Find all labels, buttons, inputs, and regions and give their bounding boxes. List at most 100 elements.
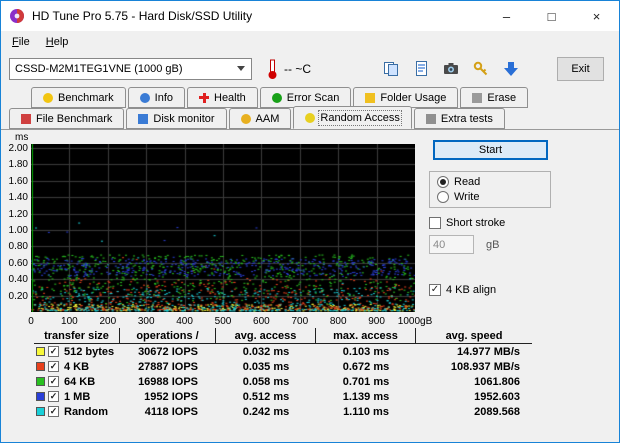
transfer-size-label: 4 KB [64, 360, 90, 373]
y-tick-label: 0.40 [8, 274, 28, 286]
tab-error-scan[interactable]: Error Scan [259, 87, 352, 108]
series-checkbox[interactable]: ✓ [48, 406, 59, 417]
y-tick-label: 0.60 [8, 257, 28, 269]
kb-align-checkbox[interactable]: ✓ [429, 284, 441, 296]
close-button[interactable]: × [574, 1, 619, 31]
speed-cell: 2089.568 [474, 405, 520, 418]
camera-button[interactable] [438, 57, 463, 80]
avg-cell: 0.058 ms [242, 375, 290, 388]
save-icon [503, 61, 518, 76]
tab-benchmark[interactable]: Benchmark [31, 87, 126, 108]
tab-label: AAM [255, 112, 280, 125]
benchmark-controls: Start Read Write Short stroke gB [425, 140, 591, 296]
error-scan-icon [271, 92, 282, 103]
transfer-size-label: 512 bytes [64, 345, 115, 358]
series-checkbox[interactable]: ✓ [48, 376, 59, 387]
x-tick-label: 200 [99, 316, 117, 327]
transfer-size-cell: ✓ Random [34, 406, 120, 418]
transfer-size-cell: ✓ 4 KB [34, 361, 120, 373]
tab-label: Error Scan [286, 91, 340, 104]
short-stroke-checkbox[interactable] [429, 217, 441, 229]
results-body: ✓ 512 bytes 30672 IOPS 0.032 ms 0.103 ms 14.9… [34, 344, 532, 419]
read-option[interactable]: Read [437, 176, 543, 188]
short-stroke-unit-label: gB [486, 238, 500, 251]
x-tick-label: 1000gB [397, 316, 433, 327]
file-benchmark-icon [21, 113, 31, 124]
aam-icon [240, 113, 251, 124]
results-header-cell: operations / [120, 328, 216, 343]
tab-random-access[interactable]: Random Access [293, 106, 412, 129]
series-checkbox[interactable]: ✓ [48, 346, 59, 357]
ops-cell: 16988 IOPS [138, 375, 198, 388]
tab-extra-tests[interactable]: Extra tests [413, 108, 505, 129]
tab-row-2: File Benchmark Disk monitor AAM Random Acce… [1, 106, 619, 129]
transfer-size-label: 64 KB [64, 375, 96, 388]
avg-cell: 0.512 ms [242, 390, 290, 403]
max-cell: 0.672 ms [342, 360, 390, 373]
maximize-button[interactable]: □ [529, 1, 574, 31]
tab-label: Info [154, 91, 173, 104]
random-access-icon [305, 112, 316, 123]
minimize-button[interactable]: – [484, 1, 529, 31]
series-color-swatch [36, 407, 45, 416]
table-row: ✓ 4 KB 27887 IOPS 0.035 ms 0.672 ms 108.937 M… [34, 359, 532, 374]
x-tick-label: 700 [291, 316, 309, 327]
window-controls: – □ × [484, 1, 619, 31]
save-button[interactable] [498, 57, 523, 80]
health-icon [199, 92, 209, 103]
write-option[interactable]: Write [437, 191, 543, 203]
tab-disk-monitor[interactable]: Disk monitor [126, 108, 227, 129]
copy-button[interactable] [378, 57, 403, 80]
kb-align-option[interactable]: ✓ 4 KB align [429, 284, 591, 296]
transfer-size-label: 1 MB [64, 390, 91, 403]
report-button[interactable] [408, 57, 433, 80]
x-tick-label: 800 [329, 316, 347, 327]
erase-icon [472, 92, 483, 103]
x-tick-label: 0 [28, 316, 34, 327]
tab-strip: Benchmark Info Health Error Scan Folder Usag… [1, 85, 619, 129]
temperature-readout: -- ~C [284, 61, 311, 76]
read-radio[interactable] [437, 176, 449, 188]
benchmark-icon [43, 92, 53, 103]
short-stroke-size-input[interactable] [429, 235, 474, 254]
menu-file[interactable]: File [4, 33, 38, 51]
window-title: HD Tune Pro 5.75 - Hard Disk/SSD Utility [32, 9, 253, 23]
series-checkbox[interactable]: ✓ [48, 391, 59, 402]
exit-button[interactable]: Exit [557, 56, 604, 81]
tab-aam[interactable]: AAM [228, 108, 292, 129]
ops-cell: 27887 IOPS [138, 360, 198, 373]
drive-select[interactable]: CSSD-M2M1TEG1VNE (1000 gB) [9, 57, 252, 80]
transfer-size-label: Random [64, 405, 108, 418]
extra-tests-icon [425, 113, 436, 124]
x-tick-label: 100 [61, 316, 78, 327]
tab-label: Benchmark [58, 91, 114, 104]
speed-cell: 1952.603 [474, 390, 520, 403]
x-tick-label: 300 [137, 316, 155, 327]
tab-file-benchmark[interactable]: File Benchmark [9, 108, 125, 129]
y-tick-label: 0.20 [8, 290, 28, 302]
tab-erase[interactable]: Erase [460, 87, 529, 108]
read-write-group: Read Write [429, 171, 551, 208]
tab-label: Extra tests [440, 112, 493, 125]
ops-cell: 4118 IOPS [144, 405, 198, 418]
series-checkbox[interactable]: ✓ [48, 361, 59, 372]
menu-help[interactable]: Help [38, 33, 77, 51]
keys-icon [473, 61, 487, 75]
tab-info[interactable]: Info [127, 87, 185, 108]
results-header-cell: avg. access [216, 328, 316, 343]
short-stroke-option[interactable]: Short stroke [429, 217, 591, 229]
tab-health[interactable]: Health [187, 87, 258, 108]
speed-cell: 108.937 MB/s [450, 360, 520, 373]
keys-button[interactable] [468, 57, 493, 80]
tab-folder-usage[interactable]: Folder Usage [353, 87, 459, 108]
write-radio[interactable] [437, 191, 449, 203]
tab-label: Health [214, 91, 246, 104]
toolbar: CSSD-M2M1TEG1VNE (1000 gB) -- ~C Exit [1, 52, 619, 85]
start-button[interactable]: Start [433, 140, 548, 160]
folder-usage-icon [365, 92, 376, 103]
transfer-size-cell: ✓ 1 MB [34, 391, 120, 403]
titlebar: HD Tune Pro 5.75 - Hard Disk/SSD Utility… [1, 1, 619, 31]
app-window: HD Tune Pro 5.75 - Hard Disk/SSD Utility… [0, 0, 620, 443]
max-cell: 0.701 ms [342, 375, 390, 388]
tab-label: Folder Usage [380, 91, 447, 104]
